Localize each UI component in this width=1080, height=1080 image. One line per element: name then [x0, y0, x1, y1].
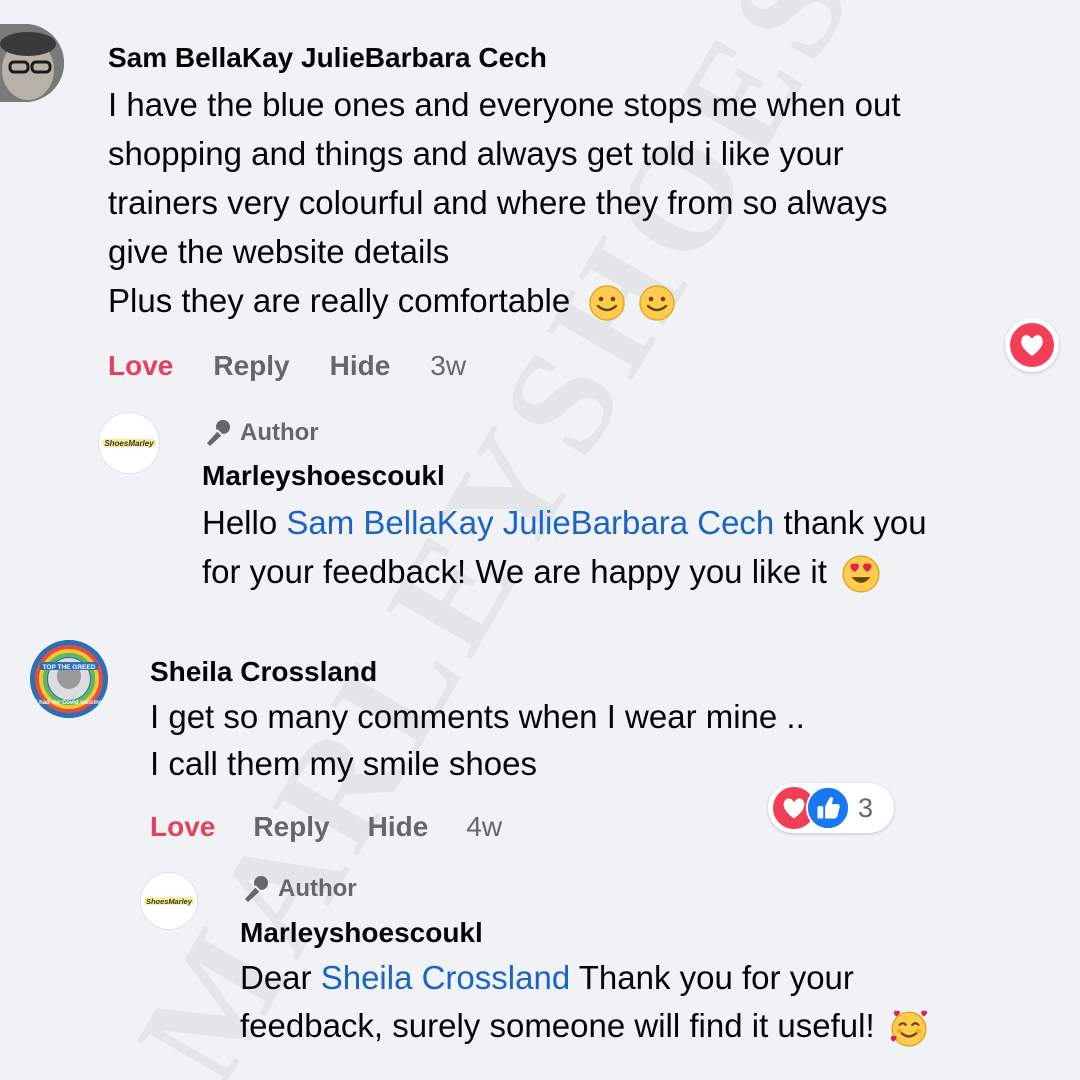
comment-actions: Love Reply Hide 3w [108, 350, 466, 382]
love-button[interactable]: Love [108, 350, 173, 382]
reply-author-name[interactable]: Marleyshoescoukl [202, 460, 445, 492]
comment-author-name[interactable]: Sheila Crossland [150, 656, 377, 688]
badge-text-top: TOP THE GREED [43, 664, 96, 671]
reaction-count: 3 [858, 792, 874, 823]
reply-button[interactable]: Reply [213, 350, 289, 382]
smiling-hearts-emoji [890, 1010, 928, 1047]
comment-line: give the website details [108, 233, 450, 270]
reply-line: Dear Sheila Crossland Thank you for your [240, 954, 1060, 1002]
like-reaction-icon [806, 786, 850, 830]
reply-greeting: Dear [240, 959, 312, 996]
author-badge-label: Author [278, 875, 357, 902]
microphone-icon [207, 420, 230, 446]
comment-text: I have the blue ones and everyone stops … [108, 80, 1038, 325]
comment-actions: Love Reply Hide 4w [150, 811, 502, 843]
mention-link[interactable]: Sheila Crossland [321, 959, 570, 996]
badge-text-bottom: I had my Covid vaccine [36, 700, 103, 706]
author-badge: Author [202, 418, 319, 448]
reply-line-text: Thank you for your [578, 959, 854, 996]
avatar-sam[interactable] [0, 24, 64, 102]
heart-eyes-emoji [842, 555, 880, 593]
reaction-summary[interactable] [1005, 318, 1059, 372]
reaction-summary[interactable]: 3 [768, 783, 894, 833]
comment-timestamp[interactable]: 3w [430, 350, 466, 382]
comment-line: I have the blue ones and everyone stops … [108, 86, 901, 123]
comment-line: Plus they are really comfortable [108, 276, 1038, 325]
avatar-marleyshoes[interactable]: ShoesMarley [140, 872, 198, 930]
comment-line: I call them my smile shoes [150, 745, 537, 782]
logo-text: ShoesMarley [104, 439, 154, 448]
reply-author-name[interactable]: Marleyshoescoukl [240, 917, 483, 949]
author-badge: Author [240, 874, 357, 904]
hide-button[interactable]: Hide [330, 350, 391, 382]
reply-line-text: for your feedback! We are happy you like… [202, 553, 827, 590]
reply-line-text: thank you [783, 504, 927, 541]
comment-author-name[interactable]: Sam BellaKay JulieBarbara Cech [108, 42, 547, 74]
reply-text: Hello Sam BellaKay JulieBarbara Cech tha… [202, 498, 1052, 596]
author-badge-label: Author [240, 419, 319, 446]
reply-line: for your feedback! We are happy you like… [202, 547, 1052, 596]
smile-emoji [638, 285, 675, 322]
reply-line: feedback, surely someone will find it us… [240, 1002, 1060, 1050]
mention-link[interactable]: Sam BellaKay JulieBarbara Cech [286, 504, 774, 541]
reply-greeting: Hello [202, 504, 278, 541]
reply-line: Hello Sam BellaKay JulieBarbara Cech tha… [202, 498, 1052, 547]
reply-text: Dear Sheila Crossland Thank you for your… [240, 954, 1060, 1050]
smile-emoji [589, 285, 626, 322]
avatar-sheila[interactable]: TOP THE GREED I had my Covid vaccine [30, 640, 108, 718]
comment-timestamp[interactable]: 4w [466, 811, 502, 843]
avatar-marleyshoes[interactable]: ShoesMarley [98, 412, 160, 474]
logo-text: ShoesMarley [146, 897, 193, 906]
comment-line: shopping and things and always get told … [108, 135, 844, 172]
comment-text: I get so many comments when I wear mine … [150, 693, 950, 787]
love-button[interactable]: Love [150, 811, 215, 843]
reply-button[interactable]: Reply [253, 811, 329, 843]
comment-line: trainers very colourful and where they f… [108, 184, 888, 221]
heart-reaction-icon [1010, 323, 1054, 367]
reply-line-text: feedback, surely someone will find it us… [240, 1007, 875, 1044]
microphone-icon [245, 876, 268, 902]
hide-button[interactable]: Hide [368, 811, 429, 843]
comment-line-text: Plus they are really comfortable [108, 282, 571, 319]
comment-line: I get so many comments when I wear mine … [150, 698, 805, 735]
